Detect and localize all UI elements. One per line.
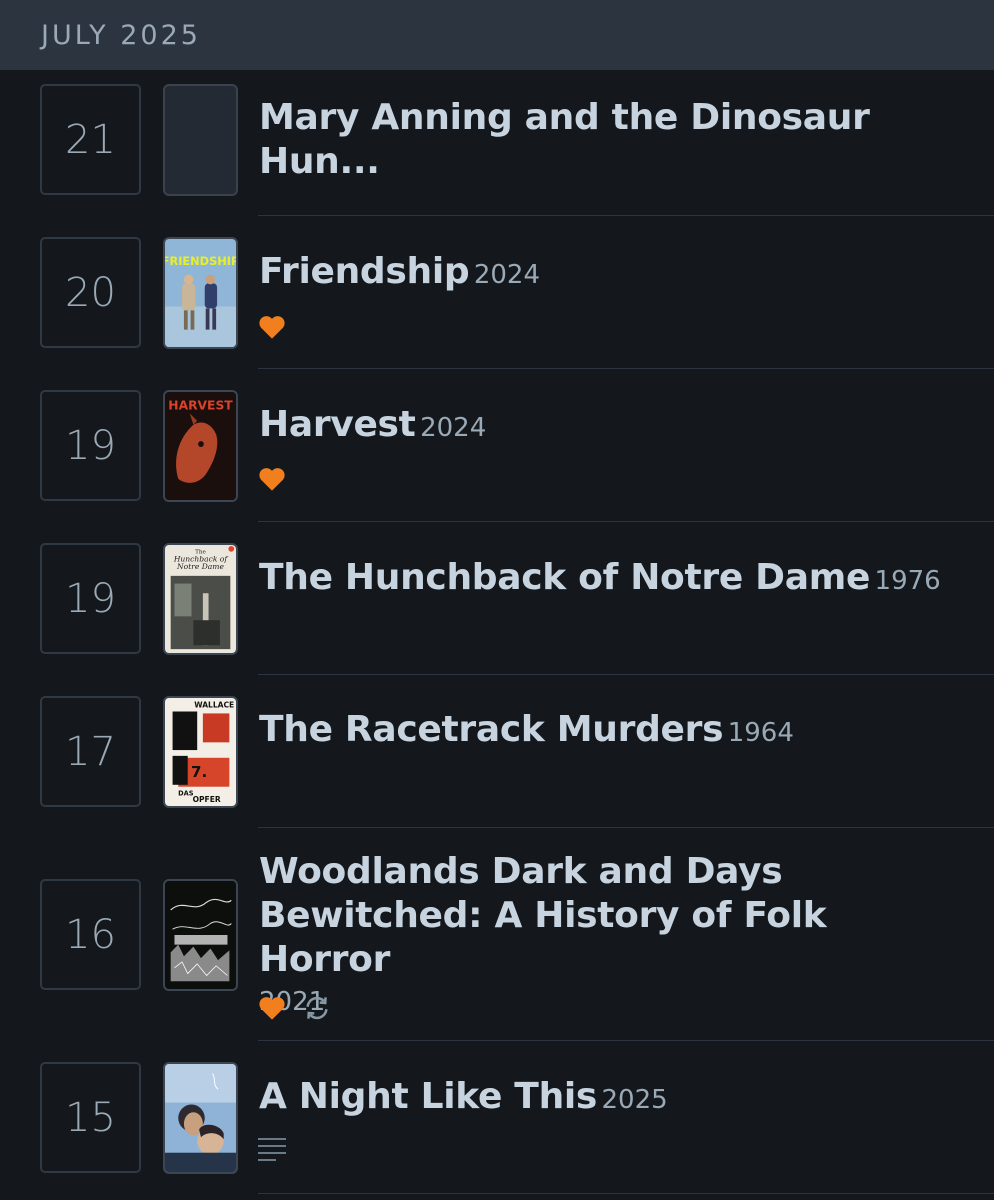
divider xyxy=(258,1193,994,1194)
film-year[interactable]: 1964 xyxy=(728,718,794,748)
film-year[interactable]: 2024 xyxy=(474,260,540,290)
film-year[interactable]: 1976 xyxy=(875,566,941,596)
film-title[interactable]: Mary Anning and the Dinosaur Hun... xyxy=(259,97,870,182)
month-label: JULY 2025 xyxy=(41,19,201,51)
rewatch-icon xyxy=(306,996,328,1020)
heart-icon xyxy=(259,316,285,339)
day-number[interactable]: 19 xyxy=(40,390,141,501)
divider xyxy=(258,521,994,522)
divider xyxy=(258,1040,994,1041)
poster-title-text: HARVEST xyxy=(168,397,233,412)
film-poster[interactable]: HARVEST xyxy=(163,390,238,502)
day-number[interactable]: 19 xyxy=(40,543,141,654)
poster-text-line: 7. xyxy=(191,763,207,781)
heart-icon xyxy=(259,997,285,1020)
review-lines-icon xyxy=(258,1138,286,1161)
film-year[interactable]: 2025 xyxy=(602,1085,668,1115)
film-poster[interactable]: FRIENDSHIP xyxy=(163,237,238,349)
film-poster[interactable] xyxy=(163,1062,238,1174)
poster-title-text: FRIENDSHIP xyxy=(165,254,236,268)
divider xyxy=(258,215,994,216)
day-number[interactable]: 16 xyxy=(40,879,141,990)
day-number[interactable]: 21 xyxy=(40,84,141,195)
film-poster[interactable] xyxy=(163,879,238,991)
poster-text-line: OPFER xyxy=(193,795,221,804)
poster-text-line: Notre Dame xyxy=(176,562,224,571)
day-number[interactable]: 17 xyxy=(40,696,141,807)
divider xyxy=(258,827,994,828)
divider xyxy=(258,368,994,369)
film-title[interactable]: Friendship xyxy=(259,251,470,292)
film-year[interactable]: 2021 xyxy=(259,982,969,1022)
film-title[interactable]: Woodlands Dark and Days Bewitched: A His… xyxy=(259,850,969,982)
poster-text-line: WALLACE xyxy=(194,701,234,710)
poster-text-line: DAS xyxy=(178,789,194,797)
film-title[interactable]: The Hunchback of Notre Dame xyxy=(259,557,870,598)
day-number[interactable]: 15 xyxy=(40,1062,141,1173)
film-title[interactable]: A Night Like This xyxy=(259,1076,597,1117)
heart-icon xyxy=(259,468,285,491)
film-title[interactable]: The Racetrack Murders xyxy=(259,709,724,750)
film-poster[interactable]: WALLACE DAS 7. OPFER xyxy=(163,696,238,808)
day-number[interactable]: 20 xyxy=(40,237,141,348)
film-poster[interactable] xyxy=(163,84,238,196)
month-header: JULY 2025 xyxy=(0,0,994,70)
divider xyxy=(258,674,994,675)
film-title[interactable]: Harvest xyxy=(259,404,416,445)
film-poster[interactable]: The Hunchback of Notre Dame xyxy=(163,543,238,655)
film-year[interactable]: 2024 xyxy=(420,413,486,443)
